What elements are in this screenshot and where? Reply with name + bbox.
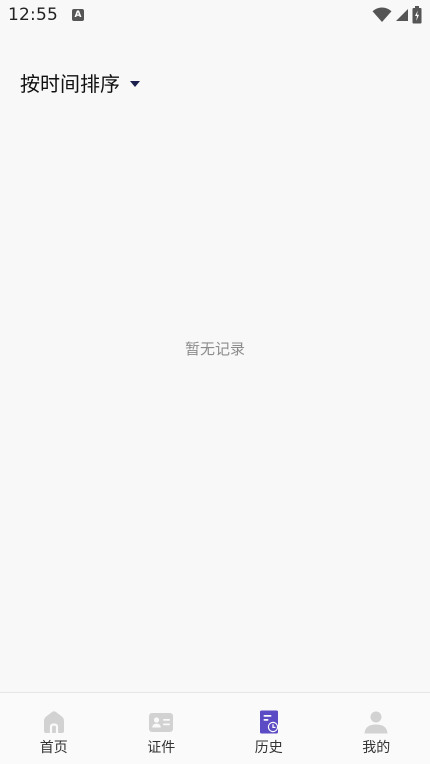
- sort-dropdown[interactable]: 按时间排序: [20, 68, 140, 97]
- empty-state-message: 暂无记录: [184, 340, 245, 358]
- wifi-icon: [372, 7, 392, 23]
- bottom-tab-bar: 首页 证件 历史 我的: [0, 692, 430, 764]
- status-bar: 12:55 A: [0, 0, 430, 30]
- caret-down-icon: [130, 80, 140, 87]
- tab-home-label: 首页: [39, 740, 68, 756]
- tab-history-label: 历史: [254, 740, 283, 756]
- tab-profile[interactable]: 我的: [323, 693, 430, 764]
- status-left: 12:55 A: [8, 5, 84, 25]
- tab-profile-label: 我的: [362, 740, 391, 756]
- tab-history[interactable]: 历史: [215, 693, 323, 764]
- signal-icon: [396, 9, 408, 21]
- a-icon: A: [72, 9, 84, 21]
- battery-icon: [412, 6, 422, 24]
- tab-documents[interactable]: 证件: [108, 693, 216, 764]
- tab-home[interactable]: 首页: [0, 693, 108, 764]
- id-card-icon: [149, 713, 174, 732]
- tab-documents-label: 证件: [147, 740, 176, 756]
- home-icon: [43, 711, 64, 733]
- history-icon: [259, 710, 278, 734]
- status-icons: [372, 6, 422, 24]
- user-icon: [364, 711, 388, 734]
- status-time: 12:55: [8, 5, 58, 25]
- sort-label: 按时间排序: [20, 72, 120, 96]
